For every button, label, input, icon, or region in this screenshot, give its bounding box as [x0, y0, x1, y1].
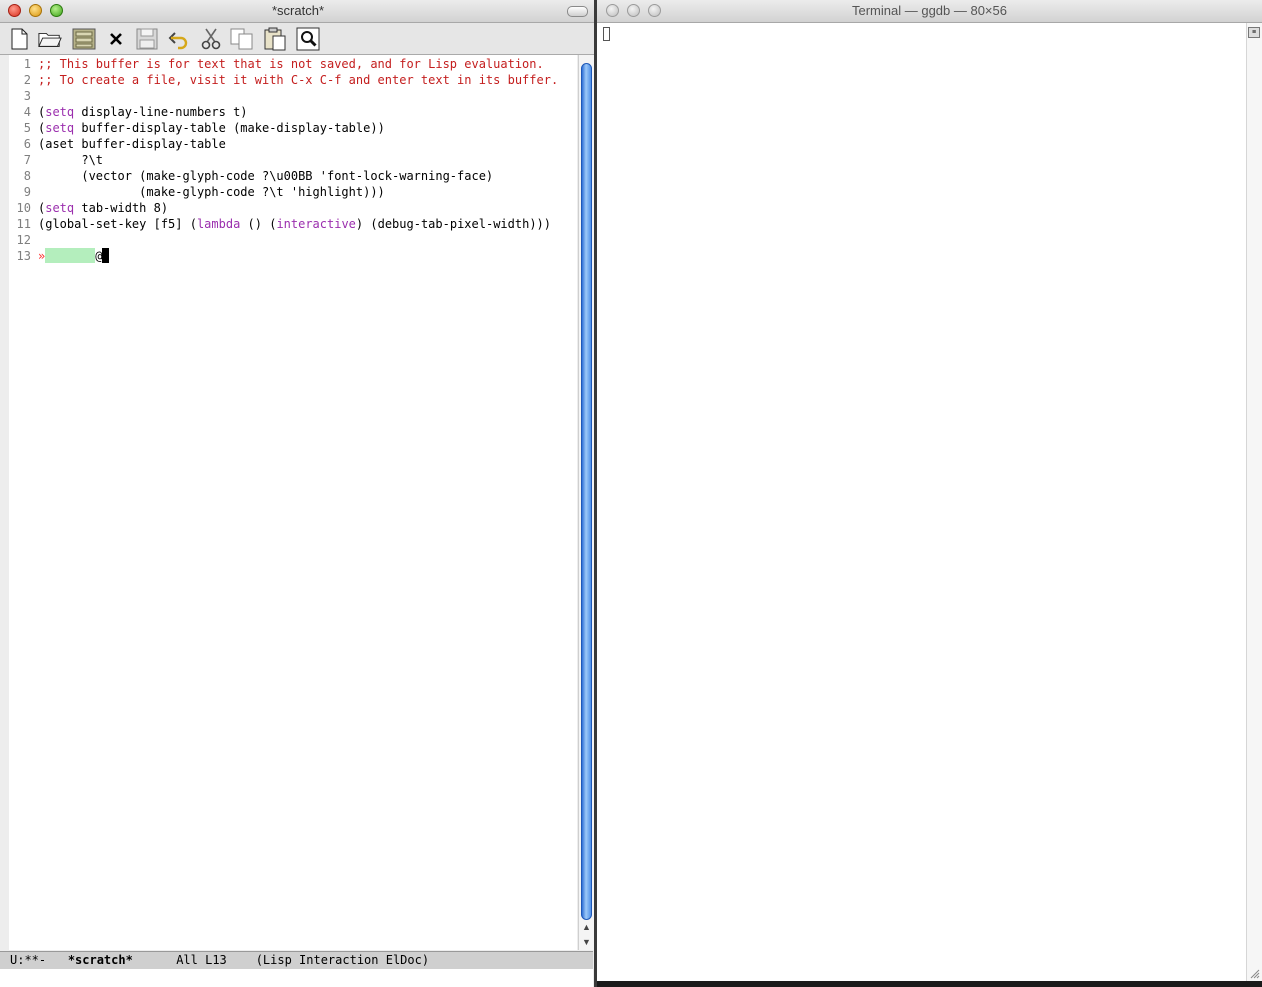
- code-text: tab-width 8): [74, 201, 169, 215]
- keyword-text: setq: [45, 105, 75, 119]
- scroll-up-icon[interactable]: ▲: [582, 922, 591, 932]
- tab-highlight: [45, 248, 96, 263]
- code-line[interactable]: 10 (setq tab-width 8): [9, 200, 169, 216]
- terminal-content[interactable]: [597, 23, 1246, 981]
- keyword-text: lambda: [196, 217, 241, 231]
- code-text: (aset buffer-display-table: [38, 137, 226, 151]
- resize-grip-icon[interactable]: [1250, 969, 1260, 979]
- line-number: 12: [16, 233, 31, 247]
- comment-text: ;; To create a file, visit it with C-x C…: [38, 73, 559, 87]
- scratch-buffer[interactable]: 1 ;; This buffer is for text that is not …: [9, 55, 577, 950]
- minibuffer[interactable]: [0, 969, 593, 987]
- line-number: 1: [23, 57, 31, 71]
- modeline-position: All L13: [176, 953, 227, 967]
- save-buffer-icon[interactable]: [135, 27, 159, 51]
- open-directory-icon[interactable]: [72, 27, 96, 51]
- emacs-titlebar[interactable]: *scratch*: [0, 0, 596, 23]
- mode-line[interactable]: U:**- *scratch* All L13 (Lisp Interactio…: [0, 951, 593, 969]
- line-number: 13: [16, 249, 31, 263]
- toolbar-toggle-button[interactable]: [567, 6, 588, 17]
- emacs-toolbar: [0, 23, 596, 55]
- code-text: (vector (make-glyph-code ?\u00BB 'font-l…: [38, 169, 494, 183]
- terminal-scrollbar[interactable]: ≡: [1246, 23, 1262, 981]
- keyword-text: setq: [45, 121, 75, 135]
- code-text: (global-set-key [f5] (: [38, 217, 197, 231]
- code-line[interactable]: 13 » @: [9, 248, 110, 264]
- code-text: buffer-display-table (make-display-table…: [74, 121, 385, 135]
- code-line[interactable]: 6 (aset buffer-display-table: [9, 136, 226, 152]
- scroll-down-icon[interactable]: ▼: [582, 937, 591, 947]
- code-line[interactable]: 5 (setq buffer-display-table (make-displa…: [9, 120, 385, 136]
- comment-text: ;; This buffer is for text that is not s…: [38, 57, 544, 71]
- code-line[interactable]: 11 (global-set-key [f5] (lambda () (inter…: [9, 216, 551, 232]
- line-number: 8: [23, 169, 31, 183]
- line-number: 9: [23, 185, 31, 199]
- terminal-window: Terminal — ggdb — 80×56 ≡: [597, 0, 1262, 981]
- search-icon[interactable]: [296, 27, 320, 51]
- keyword-text: interactive: [276, 217, 356, 231]
- code-text: (make-glyph-code ?\t 'highlight))): [38, 185, 385, 199]
- code-line[interactable]: 2 ;; To create a file, visit it with C-x …: [9, 72, 558, 88]
- kill-buffer-icon[interactable]: [104, 27, 128, 51]
- line-number: 4: [23, 105, 31, 119]
- code-line[interactable]: 3: [9, 88, 38, 104]
- terminal-titlebar[interactable]: Terminal — ggdb — 80×56: [597, 0, 1262, 23]
- copy-icon[interactable]: [230, 27, 254, 51]
- vertical-scrollbar[interactable]: ▲ ▼: [578, 55, 594, 950]
- code-text: display-line-numbers t): [74, 105, 248, 119]
- line-number: 3: [23, 89, 31, 103]
- keyword-text: setq: [45, 201, 75, 215]
- code-text: ) (debug-tab-pixel-width))): [355, 217, 551, 231]
- code-text: () (: [240, 217, 277, 231]
- paste-icon[interactable]: [263, 27, 287, 51]
- line-number: 7: [23, 153, 31, 167]
- code-line[interactable]: 1 ;; This buffer is for text that is not …: [9, 56, 544, 72]
- line-number: 10: [16, 201, 31, 215]
- code-text: @: [95, 249, 103, 263]
- tab-glyph: »: [38, 249, 46, 263]
- modeline-status: U:**-: [10, 953, 47, 967]
- line-number: 11: [16, 217, 31, 231]
- split-pane-icon[interactable]: ≡: [1248, 27, 1260, 38]
- code-line[interactable]: 12: [9, 232, 38, 248]
- modeline-buffer-name[interactable]: *scratch*: [68, 953, 133, 967]
- emacs-window-title: *scratch*: [271, 3, 325, 18]
- code-text: ?\t: [38, 153, 104, 167]
- new-file-icon[interactable]: [7, 27, 31, 51]
- code-line[interactable]: 9 (make-glyph-code ?\t 'highlight))): [9, 184, 385, 200]
- terminal-cursor: [603, 27, 610, 41]
- cut-icon[interactable]: [199, 27, 223, 51]
- open-file-icon[interactable]: [38, 27, 62, 51]
- modeline-modes[interactable]: (Lisp Interaction ElDoc): [256, 953, 429, 967]
- code-line[interactable]: 4 (setq display-line-numbers t): [9, 104, 248, 120]
- line-number: 5: [23, 121, 31, 135]
- emacs-window: *scratch* 1;; This buffer is for text th…: [0, 0, 596, 987]
- undo-icon[interactable]: [167, 27, 191, 51]
- line-number: 2: [23, 73, 31, 87]
- scrollbar-thumb[interactable]: [581, 63, 592, 920]
- line-number: 6: [23, 137, 31, 151]
- code-line[interactable]: 8 (vector (make-glyph-code ?\u00BB 'font…: [9, 168, 493, 184]
- terminal-window-title: Terminal — ggdb — 80×56: [851, 3, 1007, 18]
- code-line[interactable]: 7 ?\t: [9, 152, 103, 168]
- text-cursor: [102, 248, 110, 263]
